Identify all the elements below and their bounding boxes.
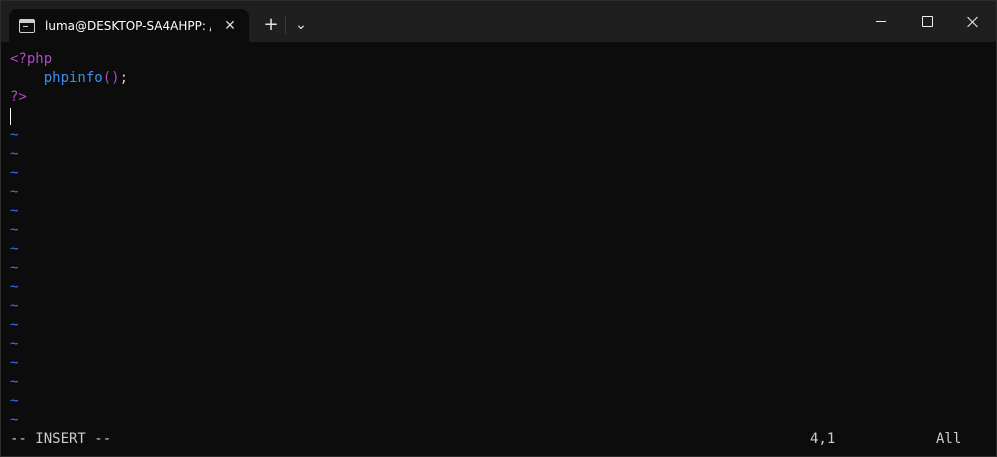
- empty-line-marker: ~: [10, 316, 987, 335]
- empty-line-marker: ~: [10, 335, 987, 354]
- empty-line-marker: ~: [10, 411, 987, 430]
- cursor-position: 4,1: [810, 431, 836, 447]
- tilde-marker: ~: [10, 241, 19, 257]
- empty-line-marker: ~: [10, 145, 987, 164]
- terminal-icon: [19, 18, 35, 33]
- terminal-window: luma@DESKTOP-SA4AHPP: /v ✕ + ⌄ <?php php…: [0, 0, 997, 457]
- text-cursor: [10, 108, 11, 125]
- tilde-marker: ~: [10, 146, 19, 162]
- tilde-marker: ~: [10, 355, 19, 371]
- code-line-3: ?>: [10, 88, 987, 107]
- empty-line-marker: ~: [10, 183, 987, 202]
- empty-line-marker: ~: [10, 240, 987, 259]
- php-open-tag: <?php: [10, 51, 53, 67]
- empty-buffer-lines: ~ ~ ~ ~ ~ ~ ~ ~ ~ ~ ~ ~ ~ ~ ~ ~: [10, 126, 987, 430]
- titlebar-divider: [285, 16, 286, 34]
- tilde-marker: ~: [10, 279, 19, 295]
- tilde-marker: ~: [10, 260, 19, 276]
- maximize-button[interactable]: [904, 1, 950, 42]
- close-button[interactable]: [950, 1, 996, 42]
- tilde-marker: ~: [10, 298, 19, 314]
- function-name: phpinfo: [43, 70, 103, 86]
- close-icon: [967, 16, 979, 28]
- terminal-tab[interactable]: luma@DESKTOP-SA4AHPP: /v ✕: [9, 9, 249, 42]
- code-line-2: phpinfo();: [10, 69, 987, 88]
- status-line: -- INSERT -- 4,1 All: [10, 430, 996, 449]
- tilde-marker: ~: [10, 203, 19, 219]
- tilde-marker: ~: [10, 127, 19, 143]
- close-tab-button[interactable]: ✕: [221, 17, 239, 35]
- empty-line-marker: ~: [10, 373, 987, 392]
- minimize-button[interactable]: [858, 1, 904, 42]
- scroll-position: All: [936, 431, 962, 447]
- tilde-marker: ~: [10, 374, 19, 390]
- code-line-1: <?php: [10, 50, 987, 69]
- empty-line-marker: ~: [10, 259, 987, 278]
- tilde-marker: ~: [10, 165, 19, 181]
- new-tab-button[interactable]: +: [260, 14, 282, 36]
- function-parens: (): [102, 70, 120, 86]
- empty-line-marker: ~: [10, 392, 987, 411]
- minimize-icon: [876, 21, 886, 22]
- tilde-marker: ~: [10, 222, 19, 238]
- empty-line-marker: ~: [10, 354, 987, 373]
- window-controls: [858, 1, 996, 42]
- empty-line-marker: ~: [10, 297, 987, 316]
- empty-line-marker: ~: [10, 221, 987, 240]
- cursor-line: [10, 107, 987, 126]
- tilde-marker: ~: [10, 184, 19, 200]
- tilde-marker: ~: [10, 336, 19, 352]
- empty-line-marker: ~: [10, 278, 987, 297]
- tilde-marker: ~: [10, 393, 19, 409]
- empty-line-marker: ~: [10, 126, 987, 145]
- tab-dropdown-button[interactable]: ⌄: [290, 14, 312, 36]
- empty-line-marker: ~: [10, 202, 987, 221]
- tab-title: luma@DESKTOP-SA4AHPP: /v: [45, 18, 211, 33]
- terminal-content[interactable]: <?php phpinfo(); ?> ~ ~ ~ ~ ~ ~ ~ ~ ~ ~ ~ ~ ~ ~ ~ ~ -- …: [1, 42, 996, 456]
- title-bar: luma@DESKTOP-SA4AHPP: /v ✕ + ⌄: [1, 1, 996, 42]
- php-close-tag: ?>: [10, 89, 27, 105]
- tilde-marker: ~: [10, 412, 19, 428]
- maximize-icon: [921, 16, 933, 27]
- semicolon: ;: [119, 70, 129, 86]
- mode-indicator: -- INSERT --: [10, 431, 112, 447]
- empty-line-marker: ~: [10, 164, 987, 183]
- tilde-marker: ~: [10, 317, 19, 333]
